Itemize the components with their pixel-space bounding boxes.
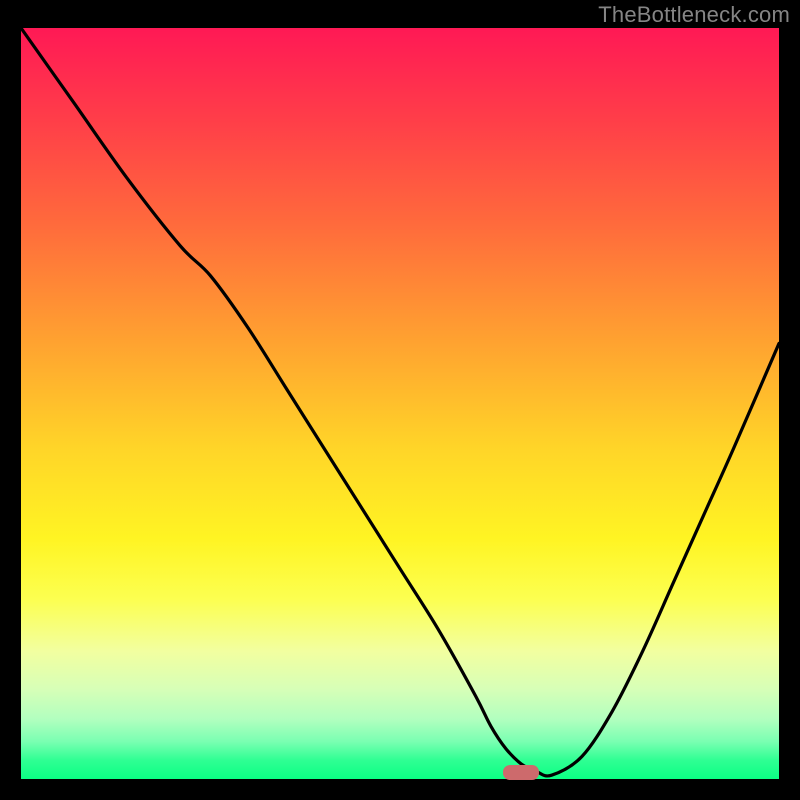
- curve-path: [21, 28, 779, 776]
- watermark-text: TheBottleneck.com: [598, 2, 790, 28]
- bottleneck-curve: [21, 28, 779, 779]
- optimal-point-marker: [503, 765, 539, 780]
- chart-frame: TheBottleneck.com: [0, 0, 800, 800]
- plot-area: [21, 28, 779, 779]
